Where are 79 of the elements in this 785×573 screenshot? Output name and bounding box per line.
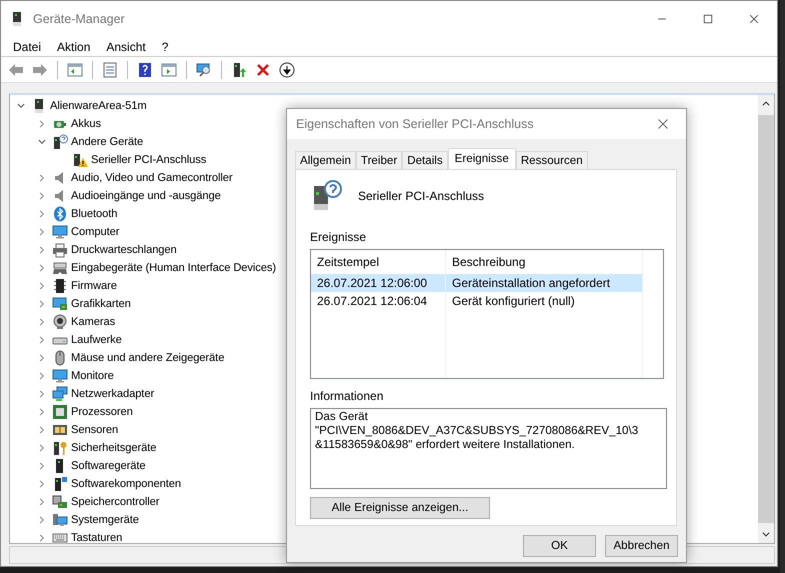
list-row-cell[interactable]: 26.07.2021 12:06:04 [311, 292, 445, 310]
tree-item[interactable]: Audioeingänge und -ausgänge [71, 188, 221, 204]
tree-item[interactable]: Sensoren [71, 422, 118, 438]
tree-item[interactable]: Computer [71, 224, 120, 240]
list-row-cell[interactable]: Gerät konfiguriert (null) [446, 292, 642, 310]
uninstall-icon [255, 62, 271, 78]
tree-item[interactable]: Systemgeräte [71, 512, 139, 528]
tree-item[interactable]: AlienwareArea-51m [50, 98, 147, 114]
cancel-button[interactable]: Abbrechen [605, 535, 678, 557]
tree-item[interactable]: Serieller PCI-Anschluss [91, 152, 206, 168]
tree-item[interactable]: Sicherheitsgeräte [71, 440, 156, 456]
scan-icon [196, 62, 212, 78]
forward-icon [32, 62, 48, 78]
printer-icon [52, 242, 68, 258]
menu-item[interactable]: Datei [5, 38, 50, 56]
close-icon [748, 13, 760, 25]
list-row-cell[interactable]: 26.07.2021 12:06:00 [311, 274, 445, 292]
info-field[interactable]: Das Gerät "PCI\VEN_8086&DEV_A37C&SUBSYS_72708086&REV_10\3&11583659&0&98" erfordert weitere Installationen. [310, 408, 667, 489]
monitor-icon [52, 224, 68, 240]
tab[interactable]: Details [402, 151, 448, 169]
window-title: Geräte-Manager [33, 10, 126, 28]
menu-item[interactable]: ? [154, 38, 176, 56]
chip-icon [52, 278, 68, 294]
warning-device-icon [72, 152, 88, 168]
network-icon [52, 386, 68, 402]
tree-item[interactable]: Laufwerke [71, 332, 122, 348]
system-device-icon [52, 512, 68, 528]
section-label: Ereignisse [310, 229, 368, 246]
show-all-events-button[interactable]: Alle Ereignisse anzeigen... [310, 497, 490, 519]
tree-item[interactable]: Andere Geräte [71, 134, 144, 150]
tree-item[interactable]: Bluetooth [71, 206, 118, 222]
back-icon [8, 62, 24, 78]
tree-item[interactable]: Prozessoren [71, 404, 133, 420]
tree-item[interactable]: Tastaturen [71, 530, 122, 543]
dialog-title: Eigenschaften von Serieller PCI-Anschluss [296, 116, 535, 133]
update-driver-icon [231, 62, 247, 78]
tab[interactable]: Treiber [356, 151, 402, 169]
tree-item[interactable]: Audio, Video und Gamecontroller [71, 170, 233, 186]
graphics-card-icon [52, 296, 68, 312]
section-label: Informationen [310, 388, 384, 405]
maximize-icon [702, 13, 714, 25]
tree-item[interactable]: Akkus [71, 116, 101, 132]
tab[interactable]: Ressourcen [516, 151, 588, 169]
menu-item[interactable]: Aktion [49, 38, 98, 56]
properties-icon [102, 62, 118, 78]
unknown-device-icon [52, 134, 68, 150]
device-name: Serieller PCI-Anschluss [358, 188, 484, 205]
column-header[interactable]: Beschreibung [446, 250, 642, 274]
bluetooth-icon [52, 206, 68, 222]
action-pane-icon [161, 62, 177, 78]
tree-item[interactable]: Eingabegeräte (Human Interface Devices) [71, 260, 276, 276]
tree-item[interactable]: Firmware [71, 278, 117, 294]
component-icon [52, 476, 68, 492]
tree-item[interactable]: Mäuse und andere Zeigegeräte [71, 350, 224, 366]
tree-item[interactable]: Speichercontroller [71, 494, 160, 510]
menu-item[interactable]: Ansicht [98, 38, 154, 56]
list-row-cell[interactable]: Geräteinstallation angefordert [446, 274, 642, 292]
monitor-icon [52, 368, 68, 384]
tree-item[interactable]: Kameras [71, 314, 116, 330]
tree-item[interactable]: Monitore [71, 368, 114, 384]
storage-controller-icon [52, 494, 68, 510]
tree-item[interactable]: Softwaregeräte [71, 458, 146, 474]
tree-item[interactable]: Softwarekomponenten [71, 476, 182, 492]
tree-item[interactable]: Netzwerkadapter [71, 386, 154, 402]
disable-icon [279, 62, 295, 78]
tab[interactable]: Ereignisse [448, 148, 516, 169]
tree-item[interactable]: Druckwarteschlangen [71, 242, 177, 258]
close-icon [657, 118, 669, 130]
console-tree-icon [67, 62, 83, 78]
key-icon [52, 440, 68, 456]
webcam-icon [52, 314, 68, 330]
help-icon [137, 62, 153, 78]
processor-icon [52, 404, 68, 420]
input-device-icon [52, 260, 68, 276]
tree-item[interactable]: Grafikkarten [71, 296, 131, 312]
sensor-icon [52, 422, 68, 438]
column-header[interactable]: Zeitstempel [311, 250, 445, 274]
tab[interactable]: Allgemein [295, 151, 356, 169]
ok-button[interactable]: OK [523, 535, 596, 557]
